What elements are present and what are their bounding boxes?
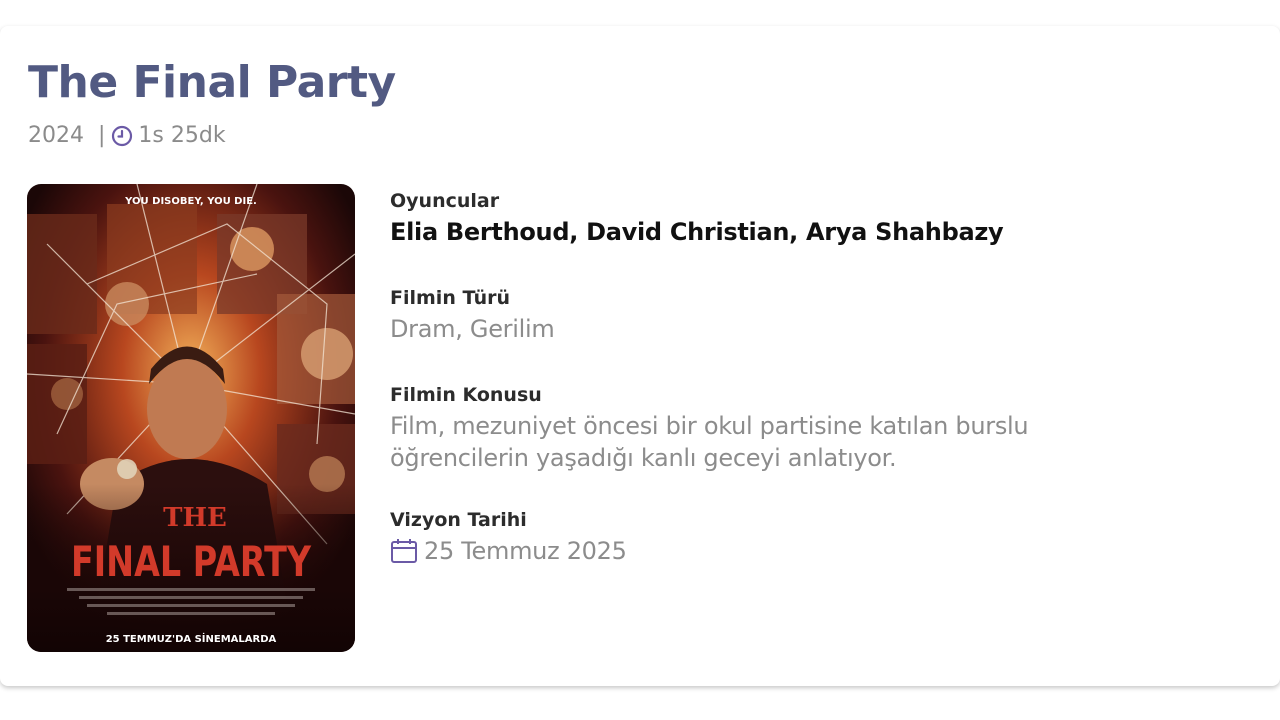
calendar-icon <box>390 537 418 565</box>
plot-section: Filmin Konusu Film, mezuniyet öncesi bir… <box>390 383 1250 474</box>
poster-release-text: 25 TEMMUZ'DA SİNEMALARDA <box>106 631 277 645</box>
movie-title: The Final Party <box>28 57 396 108</box>
movie-details: Oyuncular Elia Berthoud, David Christian… <box>390 189 1250 567</box>
cast-section: Oyuncular Elia Berthoud, David Christian… <box>390 189 1250 248</box>
release-label: Vizyon Tarihi <box>390 509 527 531</box>
movie-year: 2024 <box>28 123 84 148</box>
meta-separator: | <box>98 123 106 148</box>
poster-title-line2: FINAL PARTY <box>71 537 311 586</box>
cast-value: Elia Berthoud, David Christian, Arya Sha… <box>390 218 1004 246</box>
poster-title-line1: THE <box>163 503 227 533</box>
release-section: Vizyon Tarihi 25 Temmuz 2025 <box>390 508 1250 567</box>
poster-tagline: YOU DISOBEY, YOU DIE. <box>124 196 257 207</box>
release-value: 25 Temmuz 2025 <box>424 537 627 565</box>
cast-label: Oyuncular <box>390 190 500 212</box>
movie-poster[interactable]: YOU DISOBEY, YOU DIE. THE FINAL PARTY 25… <box>27 184 355 652</box>
genre-value: Dram, Gerilim <box>390 315 555 343</box>
movie-card: The Final Party 2024 | 1s 25dk YOU DISOB… <box>0 26 1280 686</box>
movie-duration: 1s 25dk <box>138 123 226 148</box>
genre-section: Filmin Türü Dram, Gerilim <box>390 286 1250 345</box>
genre-label: Filmin Türü <box>390 287 511 309</box>
movie-meta: 2024 | 1s 25dk <box>28 123 226 148</box>
clock-icon <box>111 125 133 147</box>
release-date-row: 25 Temmuz 2025 <box>390 535 1250 567</box>
plot-label: Filmin Konusu <box>390 384 542 406</box>
plot-value: Film, mezuniyet öncesi bir okul partisin… <box>390 412 1029 472</box>
